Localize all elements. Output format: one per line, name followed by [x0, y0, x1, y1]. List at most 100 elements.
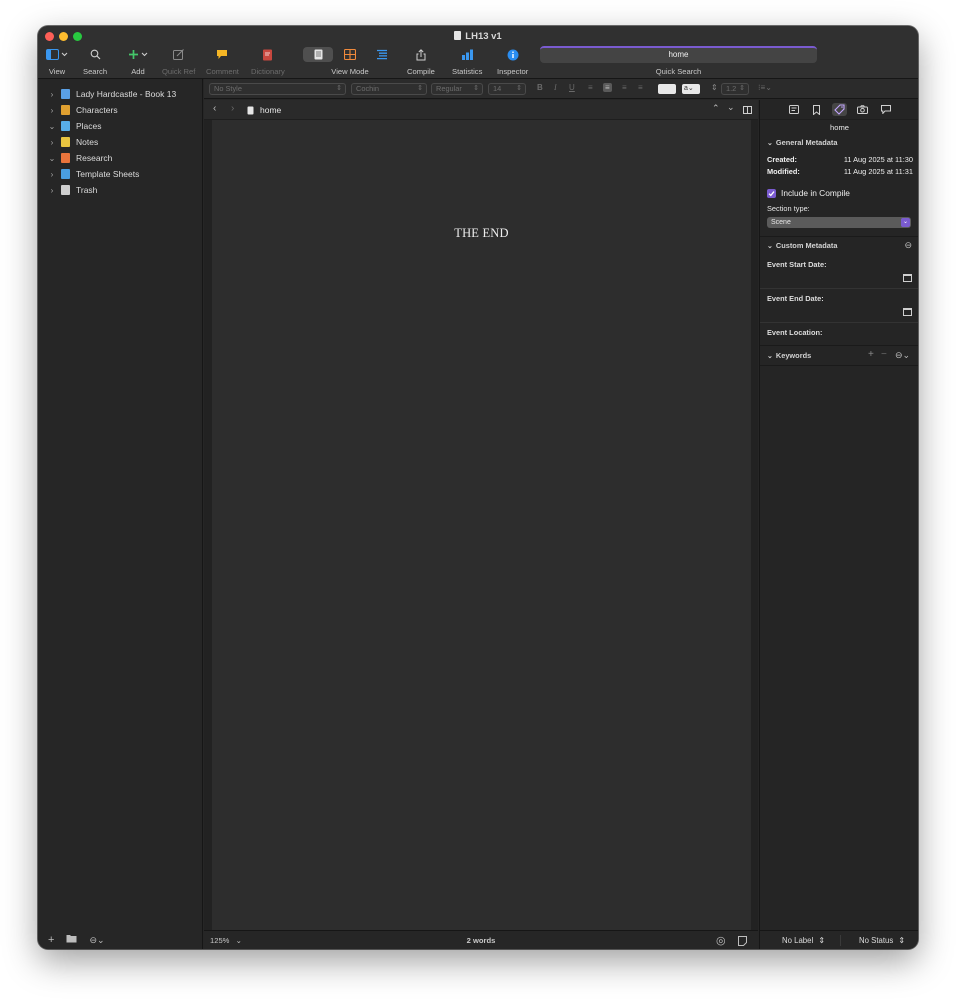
- line-spacing-select[interactable]: 1.2: [721, 83, 749, 95]
- keyword-options-icon[interactable]: ⊖⌄: [895, 350, 910, 361]
- remove-keyword-icon[interactable]: −: [881, 349, 887, 360]
- modified-label: Modified:: [767, 167, 800, 176]
- binder-item-label: Template Sheets: [76, 169, 140, 179]
- general-metadata-header[interactable]: ⌄ General Metadata: [760, 135, 918, 151]
- justify-button[interactable]: ≡: [638, 83, 643, 92]
- font-weight-select[interactable]: Regular: [431, 83, 483, 95]
- window-title: LH13 v1: [465, 31, 502, 42]
- align-center-button[interactable]: ≡: [603, 83, 612, 92]
- binder-item[interactable]: ⌄ Places: [38, 118, 203, 134]
- binder-item-label: Research: [76, 153, 113, 163]
- back-arrow-icon[interactable]: ‹: [213, 103, 216, 114]
- previous-document-icon[interactable]: ⌃: [712, 103, 720, 114]
- tab-notes[interactable]: [786, 103, 801, 116]
- statistics-button[interactable]: Statistics: [452, 46, 482, 76]
- view-button[interactable]: View: [46, 46, 68, 76]
- chevron-down-icon: ⌄: [767, 353, 773, 360]
- chevron-right-icon[interactable]: ›: [47, 170, 57, 179]
- split-editor-icon[interactable]: [743, 106, 752, 114]
- quick-search-label: Quick Search: [655, 67, 702, 76]
- tab-snapshots[interactable]: [855, 103, 870, 116]
- chevron-right-icon[interactable]: ›: [47, 186, 57, 195]
- bold-button[interactable]: B: [537, 83, 543, 92]
- comment-label: Comment: [206, 67, 239, 76]
- chevron-right-icon[interactable]: ›: [47, 90, 57, 99]
- comment-button[interactable]: Comment: [206, 46, 239, 76]
- label-select[interactable]: No Label ⇕: [782, 936, 825, 945]
- document-text[interactable]: THE END: [212, 226, 751, 241]
- tab-metadata[interactable]: [832, 103, 847, 116]
- scrivenings-mode-button[interactable]: [303, 47, 333, 62]
- event-location-label: Event Location:: [767, 328, 823, 337]
- inspector-button[interactable]: Inspector: [497, 46, 528, 76]
- outliner-mode-button[interactable]: [367, 47, 397, 62]
- dictionary-button[interactable]: Dictionary: [251, 46, 285, 76]
- corkboard-mode-button[interactable]: [335, 47, 365, 62]
- updown-icon: ⇕: [818, 936, 825, 945]
- include-in-compile-checkbox[interactable]: [767, 188, 776, 198]
- align-right-button[interactable]: ≡: [622, 83, 627, 92]
- chevron-down-icon: ⌄: [767, 140, 773, 147]
- scrivener-document-icon: [454, 31, 462, 40]
- quick-ref-label: Quick Ref: [162, 67, 196, 76]
- chevron-right-icon[interactable]: ›: [47, 106, 57, 115]
- more-options-icon[interactable]: ⊖⌄: [89, 935, 104, 946]
- forward-arrow-icon[interactable]: ›: [231, 103, 234, 114]
- compile-button[interactable]: Compile: [407, 46, 435, 76]
- tab-comments[interactable]: [878, 103, 893, 116]
- font-family-select[interactable]: Cochin: [351, 83, 427, 95]
- font-size-select[interactable]: 14: [488, 83, 526, 95]
- italic-button[interactable]: I: [554, 83, 557, 92]
- binder-item[interactable]: › Trash: [38, 182, 203, 198]
- paragraph-style-select[interactable]: No Style: [209, 83, 346, 95]
- research-folder-icon: [61, 153, 70, 163]
- editor-page[interactable]: THE END: [212, 120, 751, 930]
- add-keyword-icon[interactable]: +: [868, 349, 874, 360]
- text-color-well[interactable]: [658, 84, 676, 94]
- binder-item[interactable]: › Template Sheets: [38, 166, 203, 182]
- status-select[interactable]: No Status ⇕: [859, 936, 905, 945]
- quick-ref-button[interactable]: Quick Ref: [162, 46, 195, 76]
- chevron-down-icon[interactable]: ⌄: [47, 154, 57, 163]
- view-label: View: [48, 67, 66, 76]
- chevron-down-icon: [61, 52, 68, 57]
- add-label: Add: [131, 67, 145, 76]
- section-type-value: Scene: [771, 219, 791, 226]
- status-value: No Status: [859, 936, 894, 945]
- tab-bookmarks[interactable]: [809, 103, 824, 116]
- custom-metadata-header[interactable]: ⌄ Custom Metadata: [760, 238, 918, 254]
- inspector-document-title: home: [830, 123, 849, 132]
- search-button[interactable]: Search: [83, 46, 107, 76]
- calendar-icon[interactable]: [903, 308, 912, 316]
- created-value: 11 Aug 2025 at 11:30: [843, 155, 913, 164]
- quick-search-field[interactable]: home: [540, 46, 817, 63]
- binder-item[interactable]: › Notes: [38, 134, 203, 150]
- calendar-icon[interactable]: [903, 274, 912, 282]
- add-folder-icon[interactable]: [66, 934, 77, 946]
- editor-pane[interactable]: THE END: [204, 120, 758, 930]
- editor-header: ‹ › home ⌃ ⌄: [204, 100, 758, 120]
- binder-item[interactable]: › Characters: [38, 102, 203, 118]
- next-document-icon[interactable]: ⌄: [727, 102, 735, 113]
- custom-metadata-options-icon[interactable]: ⊖: [904, 240, 912, 251]
- chevron-right-icon[interactable]: ›: [47, 138, 57, 147]
- binder-item[interactable]: › Lady Hardcastle - Book 13: [38, 86, 203, 102]
- list-style-button[interactable]: ⁝≡⌄: [758, 83, 772, 92]
- general-metadata-label: General Metadata: [775, 138, 838, 147]
- note-icon[interactable]: [738, 936, 747, 946]
- quick-ref-icon: [172, 49, 184, 60]
- add-button[interactable]: Add: [128, 46, 148, 76]
- highlight-color-well[interactable]: a⌄: [682, 84, 700, 94]
- add-item-icon[interactable]: +: [48, 934, 54, 946]
- chevron-down-icon[interactable]: ⌄: [47, 122, 57, 131]
- section-type-select[interactable]: Scene ⌄: [767, 217, 911, 228]
- align-left-button[interactable]: ≡: [588, 83, 593, 92]
- modified-row: Modified: 11 Aug 2025 at 11:31: [767, 167, 913, 176]
- underline-button[interactable]: U: [569, 83, 575, 92]
- target-icon[interactable]: ◎: [716, 934, 726, 947]
- event-start-date-label: Event Start Date:: [767, 260, 827, 269]
- binder-item[interactable]: ⌄ Research: [38, 150, 203, 166]
- corkboard-icon: [344, 49, 356, 60]
- custom-metadata-label: Custom Metadata: [775, 241, 838, 250]
- bookmark-icon: [813, 104, 820, 115]
